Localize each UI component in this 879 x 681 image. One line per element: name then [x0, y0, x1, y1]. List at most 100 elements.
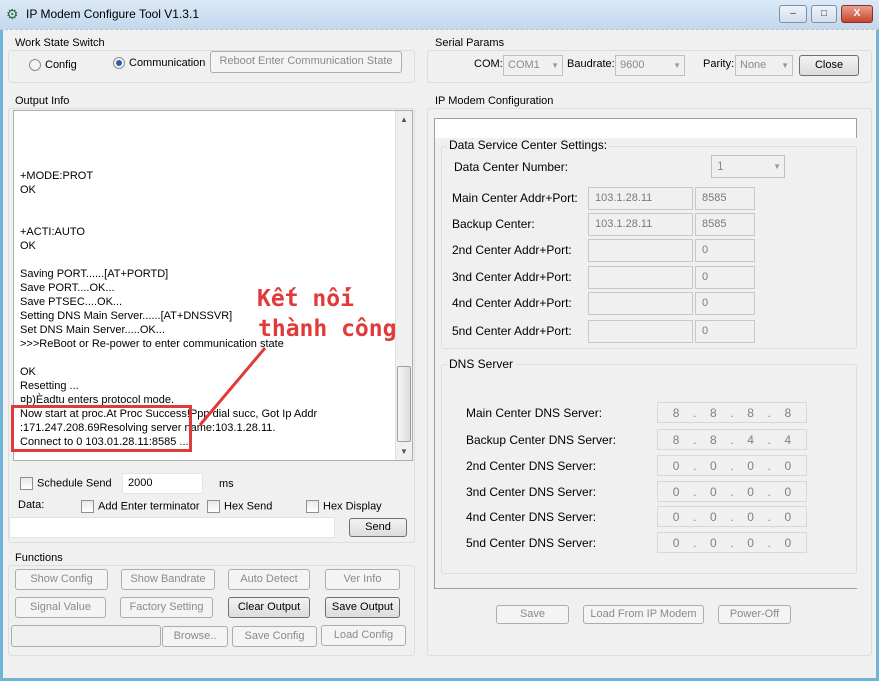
data-center-number-select[interactable]: 1 ▼ [711, 155, 785, 178]
factory-setting-button[interactable]: Factory Setting [120, 597, 213, 618]
checkbox-icon [306, 500, 319, 513]
dns-ip-input[interactable]: 0. 0. 0. 0 [657, 506, 807, 527]
data-center-number-value: 1 [717, 159, 724, 173]
dns-label: 3nd Center DNS Server: [466, 485, 597, 499]
ip-dot: . [730, 484, 734, 499]
center-addr-input[interactable] [588, 320, 693, 343]
ver-info-button[interactable]: Ver Info [325, 569, 400, 590]
ip-dot: . [693, 458, 697, 473]
center-port-input[interactable]: 0 [695, 266, 755, 289]
data-label: Data: [18, 499, 45, 511]
save-config-button[interactable]: Save Config [232, 626, 317, 647]
ip-dot: . [767, 405, 771, 420]
center-label: 2nd Center Addr+Port: [452, 243, 572, 257]
ip-octet: 8 [747, 405, 754, 420]
ip-octet: 0 [747, 535, 754, 550]
ip-dot: . [693, 509, 697, 524]
hex-display-checkbox[interactable]: Hex Display [306, 500, 382, 513]
dns-ip-input[interactable]: 8. 8. 4. 4 [657, 429, 807, 450]
ip-dot: . [693, 484, 697, 499]
center-port-input[interactable]: 8585 [695, 213, 755, 236]
data-center-number-label: Data Center Number: [454, 160, 569, 174]
ip-octet: 0 [672, 484, 680, 499]
center-label: Backup Center: [452, 217, 535, 231]
send-button[interactable]: Send [349, 518, 407, 537]
ip-octet: 8 [710, 405, 717, 420]
center-port-input[interactable]: 0 [695, 239, 755, 262]
clear-output-button[interactable]: Clear Output [228, 597, 310, 618]
save-output-button[interactable]: Save Output [325, 597, 400, 618]
ip-octet: 0 [784, 484, 792, 499]
ip-octet: 0 [710, 458, 717, 473]
config-file-path-input[interactable] [11, 625, 161, 647]
dns-ip-input[interactable]: 0. 0. 0. 0 [657, 481, 807, 502]
ip-dot: . [693, 432, 697, 447]
dns-label: 2nd Center DNS Server: [466, 459, 597, 473]
schedule-send-checkbox[interactable]: Schedule Send [20, 477, 112, 490]
dns-label: 5nd Center DNS Server: [466, 536, 597, 550]
power-off-button[interactable]: Power-Off [718, 605, 791, 624]
dns-ip-input[interactable]: 8. 8. 8. 8 [657, 402, 807, 423]
ip-dot: . [730, 405, 734, 420]
load-from-ip-modem-button[interactable]: Load From IP Modem [583, 605, 704, 624]
dns-label: Backup Center DNS Server: [466, 433, 617, 447]
browse-button[interactable]: Browse.. [162, 626, 228, 647]
ip-octet: 0 [672, 535, 680, 550]
ip-octet: 0 [784, 509, 792, 524]
annotation-text-line2: thành công [258, 316, 397, 342]
ip-dot: . [767, 484, 771, 499]
center-port-input[interactable]: 0 [695, 292, 755, 315]
ip-octet: 8 [784, 405, 792, 420]
checkbox-icon [20, 477, 33, 490]
center-label: Main Center Addr+Port: [452, 191, 578, 205]
auto-detect-button[interactable]: Auto Detect [228, 569, 310, 590]
ip-octet: 0 [672, 509, 680, 524]
annotation-text-line1: Kết nối [257, 286, 354, 312]
ip-dot: . [730, 432, 734, 447]
data-service-center-label: Data Service Center Settings: [447, 138, 610, 152]
center-addr-input[interactable]: 103.1.28.11 [588, 213, 693, 236]
panel-header-strip [435, 119, 857, 138]
checkbox-icon [207, 500, 220, 513]
dns-ip-input[interactable]: 0. 0. 0. 0 [657, 532, 807, 553]
center-port-input[interactable]: 0 [695, 320, 755, 343]
checkbox-icon [81, 500, 94, 513]
ip-octet: 0 [784, 535, 792, 550]
center-port-input[interactable]: 8585 [695, 187, 755, 210]
ip-octet: 0 [747, 458, 754, 473]
center-addr-input[interactable]: 103.1.28.11 [588, 187, 693, 210]
dns-label: Main Center DNS Server: [466, 406, 603, 420]
ip-dot: . [730, 535, 734, 550]
save-config-to-modem-button[interactable]: Save [496, 605, 569, 624]
load-config-button[interactable]: Load Config [321, 625, 406, 646]
show-config-button[interactable]: Show Config [15, 569, 108, 590]
ip-octet: 0 [672, 458, 680, 473]
ip-dot: . [693, 405, 697, 420]
center-label: 3nd Center Addr+Port: [452, 270, 572, 284]
add-enter-label: Add Enter terminator [98, 500, 200, 513]
ip-dot: . [730, 509, 734, 524]
show-bandrate-button[interactable]: Show Bandrate [121, 569, 215, 590]
ip-octet: 0 [747, 484, 754, 499]
center-addr-input[interactable] [588, 292, 693, 315]
center-addr-input[interactable] [588, 266, 693, 289]
ip-dot: . [767, 432, 771, 447]
dns-ip-input[interactable]: 0. 0. 0. 0 [657, 455, 807, 476]
signal-value-button[interactable]: Signal Value [15, 597, 106, 618]
ip-modem-config-label: IP Modem Configuration [433, 95, 556, 107]
hex-display-label: Hex Display [323, 500, 382, 513]
dns-label: 4nd Center DNS Server: [466, 510, 597, 524]
schedule-interval-input[interactable]: 2000 [122, 473, 203, 494]
ip-dot: . [767, 458, 771, 473]
data-input[interactable] [9, 517, 335, 538]
ip-dot: . [767, 535, 771, 550]
ip-octet: 8 [710, 432, 717, 447]
dns-server-label: DNS Server [447, 357, 516, 371]
ip-octet: 0 [747, 509, 754, 524]
center-label: 4nd Center Addr+Port: [452, 296, 572, 310]
center-addr-input[interactable] [588, 239, 693, 262]
hex-send-checkbox[interactable]: Hex Send [207, 500, 272, 513]
ip-octet: 0 [710, 509, 717, 524]
add-enter-checkbox[interactable]: Add Enter terminator [81, 500, 200, 513]
ip-octet: 8 [672, 432, 680, 447]
